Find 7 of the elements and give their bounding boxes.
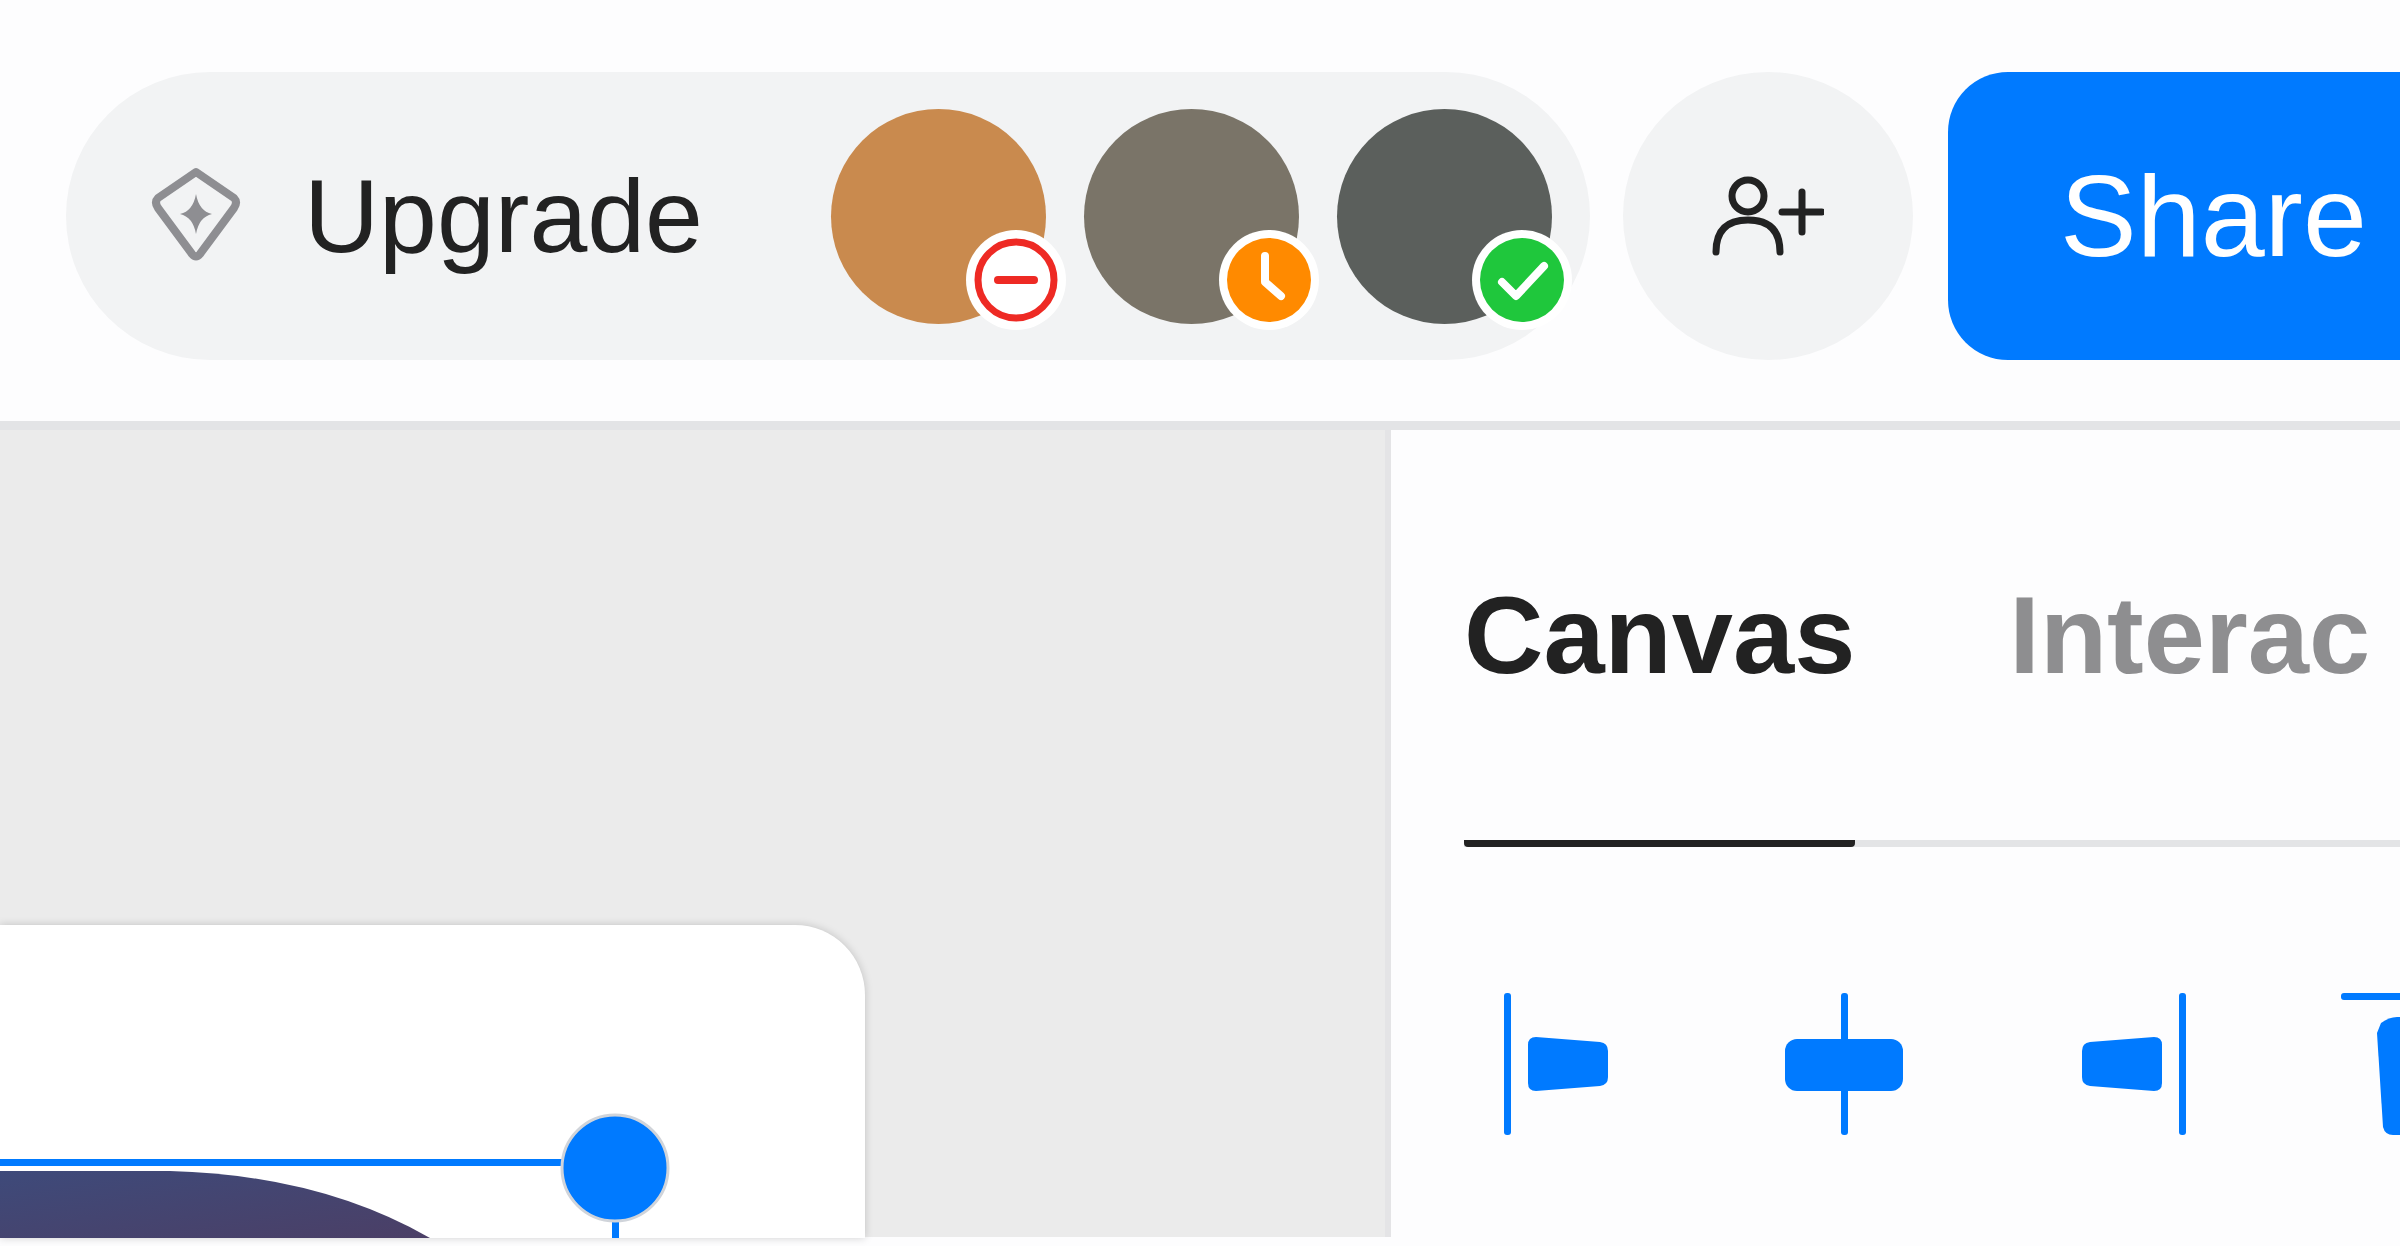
share-button[interactable]: Share (1948, 72, 2400, 360)
tab[interactable]: Canvas (1464, 580, 1856, 847)
upgrade-label[interactable]: Upgrade (304, 158, 703, 274)
selection-handle[interactable] (0, 1113, 670, 1238)
add-person-icon (1712, 176, 1824, 256)
upgrade-pill[interactable]: Upgrade (66, 72, 1590, 360)
align-top-icon[interactable] (2341, 993, 2400, 1135)
